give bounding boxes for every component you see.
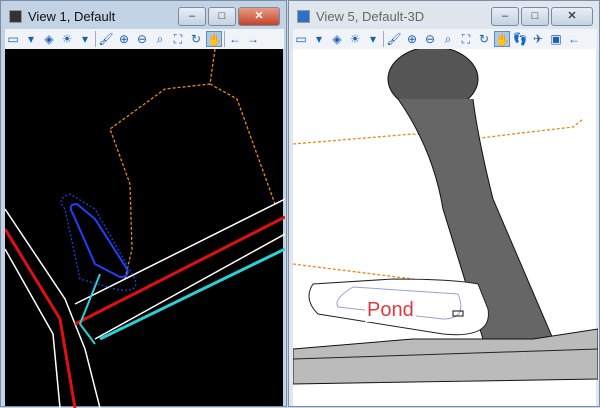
rotate-view-icon[interactable]: ↻	[188, 31, 204, 47]
zoom-in-icon[interactable]: ⊕	[116, 31, 132, 47]
rotate-view-icon[interactable]: ↻	[476, 31, 492, 47]
zoom-out-icon[interactable]: ⊖	[422, 31, 438, 47]
lighting-icon[interactable]: ☀	[347, 31, 363, 47]
view-toolbar: ▭ ▾ ◈ ☀ ▾ 🖌 ⊕ ⊖ ⌕ ⛶ ↻ ✋ ← →	[5, 29, 284, 49]
toolbar-separator	[224, 31, 225, 47]
view-1-window: View 1, Default – □ ✕ ▭ ▾ ◈ ☀ ▾ 🖌 ⊕ ⊖ ⌕ ⛶ ↻ ✋ ← →	[0, 0, 287, 408]
toolbar-separator	[95, 31, 96, 47]
display-style-icon[interactable]: ◈	[329, 31, 345, 47]
view-icon	[9, 10, 22, 23]
walk-icon[interactable]: 👣	[512, 31, 528, 47]
view-5-window: View 5, Default-3D – □ ✕ ▭ ▾ ◈ ☀ ▾ 🖌 ⊕ ⊖ ⌕ ⛶ ↻ ✋ 👣 ✈ ▣…	[288, 0, 600, 407]
view-attributes-icon[interactable]: ▭	[5, 31, 21, 47]
close-button[interactable]: ✕	[551, 7, 593, 26]
view-1-canvas[interactable]	[5, 49, 285, 408]
update-view-icon[interactable]: 🖌	[98, 31, 114, 47]
close-button[interactable]: ✕	[238, 7, 280, 26]
window-title: View 1, Default	[9, 9, 115, 24]
update-view-icon[interactable]: 🖌	[386, 31, 402, 47]
fly-icon[interactable]: ✈	[530, 31, 546, 47]
next-view-icon[interactable]: →	[245, 31, 261, 47]
window-title: View 5, Default-3D	[297, 9, 424, 24]
pan-view-icon[interactable]: ✋	[494, 31, 510, 47]
view-5-canvas[interactable]: Pond	[293, 49, 598, 406]
zoom-in-icon[interactable]: ⊕	[404, 31, 420, 47]
maximize-button[interactable]: □	[208, 7, 236, 26]
window-area-icon[interactable]: ⌕	[440, 31, 456, 47]
dropdown-icon[interactable]: ▾	[23, 31, 39, 47]
previous-view-icon[interactable]: ←	[566, 31, 582, 47]
dropdown-icon[interactable]: ▾	[365, 31, 381, 47]
dropdown-icon[interactable]: ▾	[77, 31, 93, 47]
pond-label: Pond	[365, 299, 416, 322]
view-3d-icon	[297, 10, 310, 23]
display-style-icon[interactable]: ◈	[41, 31, 57, 47]
view-attributes-icon[interactable]: ▭	[293, 31, 309, 47]
view-toolbar: ▭ ▾ ◈ ☀ ▾ 🖌 ⊕ ⊖ ⌕ ⛶ ↻ ✋ 👣 ✈ ▣ ←	[293, 29, 597, 49]
pan-view-icon[interactable]: ✋	[206, 31, 222, 47]
maximize-button[interactable]: □	[521, 7, 549, 26]
zoom-out-icon[interactable]: ⊖	[134, 31, 150, 47]
fit-view-icon[interactable]: ⛶	[170, 31, 186, 47]
previous-view-icon[interactable]: ←	[227, 31, 243, 47]
lighting-icon[interactable]: ☀	[59, 31, 75, 47]
dropdown-icon[interactable]: ▾	[311, 31, 327, 47]
camera-icon[interactable]: ▣	[548, 31, 564, 47]
minimize-button[interactable]: –	[178, 7, 206, 26]
toolbar-separator	[383, 31, 384, 47]
fit-view-icon[interactable]: ⛶	[458, 31, 474, 47]
minimize-button[interactable]: –	[491, 7, 519, 26]
window-area-icon[interactable]: ⌕	[152, 31, 168, 47]
